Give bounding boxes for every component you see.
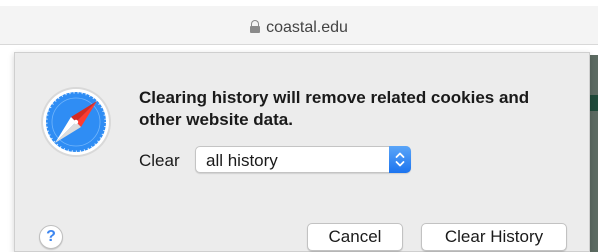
cancel-button[interactable]: Cancel: [307, 223, 403, 251]
clear-range-value: all history: [206, 151, 278, 170]
help-button[interactable]: ?: [39, 225, 63, 249]
clear-range-select[interactable]: all history: [195, 146, 411, 173]
clear-range-label: Clear: [139, 151, 180, 170]
lock-icon: [250, 20, 261, 33]
address-display[interactable]: coastal.edu: [0, 19, 598, 37]
safari-compass-icon: [41, 87, 111, 157]
up-down-chevron-icon[interactable]: [389, 146, 411, 173]
clear-history-button[interactable]: Clear History: [421, 223, 567, 251]
dialog-message: Clearing history will remove related coo…: [139, 88, 530, 129]
address-bar[interactable]: coastal.edu: [0, 6, 598, 45]
url-text: coastal.edu: [266, 19, 348, 36]
clear-history-dialog: Clearing history will remove related coo…: [14, 52, 590, 252]
browser-viewport: coastal.edu Clearing history will remove…: [0, 0, 598, 252]
page-background-edge-accent: [590, 95, 598, 111]
page-background-edge: [590, 55, 598, 252]
